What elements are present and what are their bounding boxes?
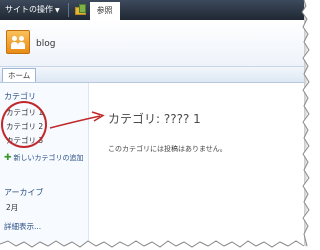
torn-edge-overlay [0, 0, 320, 250]
